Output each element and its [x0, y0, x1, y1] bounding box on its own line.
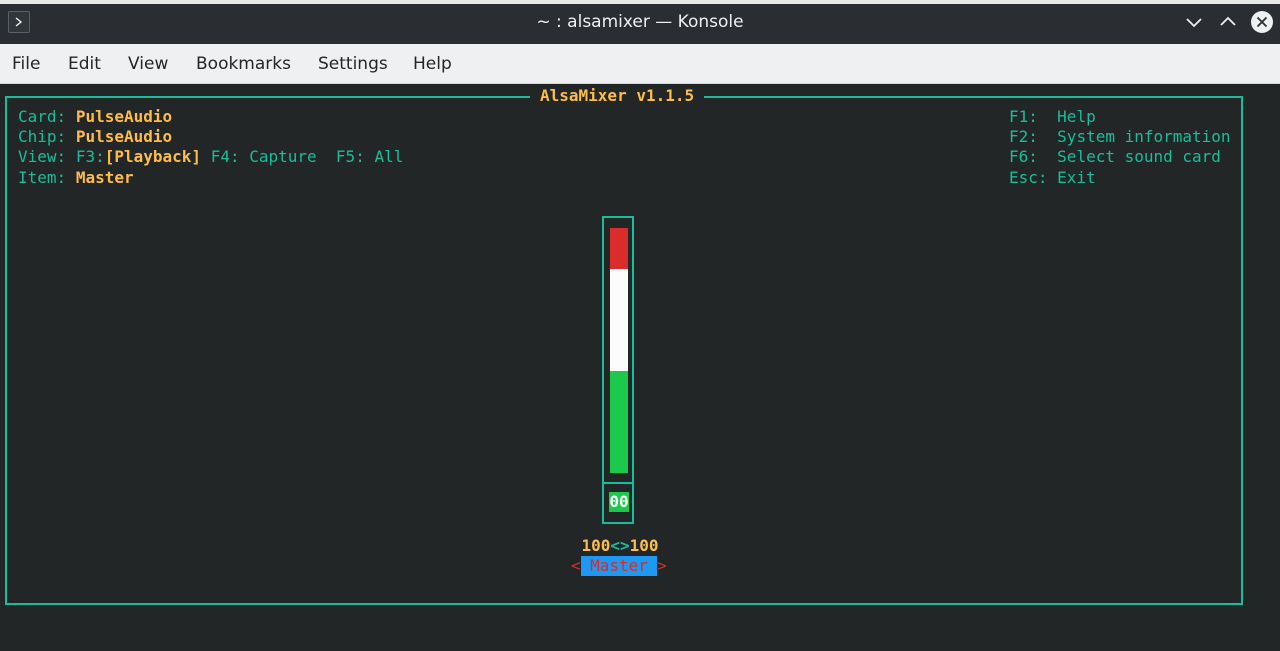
- chip-value: PulseAudio: [75, 127, 173, 146]
- volume-separator: <>: [610, 536, 630, 555]
- view-f5[interactable]: F5: All: [336, 147, 403, 166]
- card-label: Card:: [18, 107, 67, 126]
- window-top-strip: [0, 0, 1280, 4]
- maximize-button[interactable]: [1216, 10, 1240, 34]
- volume-readout: 100<>100: [580, 536, 660, 555]
- close-icon: [1251, 11, 1273, 33]
- chip-line: Chip: PulseAudio: [18, 127, 172, 146]
- minimize-button[interactable]: [1182, 10, 1206, 34]
- help-f6: F6: Select sound card: [1009, 147, 1221, 166]
- card-line: Card: PulseAudio: [18, 107, 172, 126]
- channel-name[interactable]: Master: [581, 556, 657, 576]
- view-label: View:: [18, 147, 67, 166]
- menu-view[interactable]: View: [128, 54, 168, 74]
- help-label: Exit: [1057, 168, 1096, 187]
- menu-bar: File Edit View Bookmarks Settings Help: [0, 44, 1280, 84]
- meter-segment-red: [610, 228, 628, 269]
- item-label: Item:: [18, 168, 67, 187]
- help-key: F2:: [1009, 127, 1038, 146]
- menu-edit[interactable]: Edit: [68, 54, 101, 74]
- help-key: Esc:: [1009, 168, 1048, 187]
- card-value: PulseAudio: [75, 107, 173, 126]
- volume-meter[interactable]: 00: [602, 216, 634, 524]
- help-label: Help: [1057, 107, 1096, 126]
- left-volume: 100: [581, 536, 611, 555]
- help-key: F6:: [1009, 147, 1038, 166]
- title-bar: ~ : alsamixer — Konsole: [0, 0, 1280, 44]
- channel-bracket-left: <: [571, 556, 581, 575]
- view-f4[interactable]: F4: Capture: [211, 147, 317, 166]
- help-key: F1:: [1009, 107, 1038, 126]
- item-line: Item: Master: [18, 168, 134, 187]
- help-label: System information: [1057, 127, 1231, 146]
- mixer-title: AlsaMixer v1.1.5: [530, 86, 705, 105]
- help-f2: F2: System information: [1009, 127, 1231, 146]
- menu-help[interactable]: Help: [413, 54, 452, 74]
- view-f3: F3:: [75, 147, 105, 166]
- menu-file[interactable]: File: [12, 54, 40, 74]
- chevron-up-icon: [1220, 16, 1236, 26]
- chip-label: Chip:: [18, 127, 67, 146]
- menu-bookmarks[interactable]: Bookmarks: [196, 54, 291, 74]
- help-f1: F1: Help: [1009, 107, 1096, 126]
- help-esc: Esc: Exit: [1009, 168, 1096, 187]
- menu-settings[interactable]: Settings: [318, 54, 388, 74]
- chevron-down-icon: [1186, 18, 1202, 28]
- channel-label-row: < Master >: [568, 556, 672, 576]
- help-label: Select sound card: [1057, 147, 1221, 166]
- window-title: ~ : alsamixer — Konsole: [536, 12, 744, 32]
- close-button[interactable]: [1250, 10, 1274, 34]
- view-playback[interactable]: [Playback]: [105, 147, 201, 166]
- channel-bracket-right: >: [657, 556, 667, 575]
- right-volume: 100: [629, 536, 659, 555]
- meter-divider: [604, 482, 632, 484]
- terminal-area[interactable]: AlsaMixer v1.1.5 Card: PulseAudio Chip: …: [0, 84, 1280, 633]
- view-line: View: F3:[Playback] F4: Capture F5: All: [18, 147, 403, 166]
- meter-segment-white: [610, 269, 628, 371]
- mute-status-badge[interactable]: 00: [609, 492, 629, 512]
- item-value: Master: [75, 168, 134, 187]
- meter-segment-green: [610, 371, 628, 473]
